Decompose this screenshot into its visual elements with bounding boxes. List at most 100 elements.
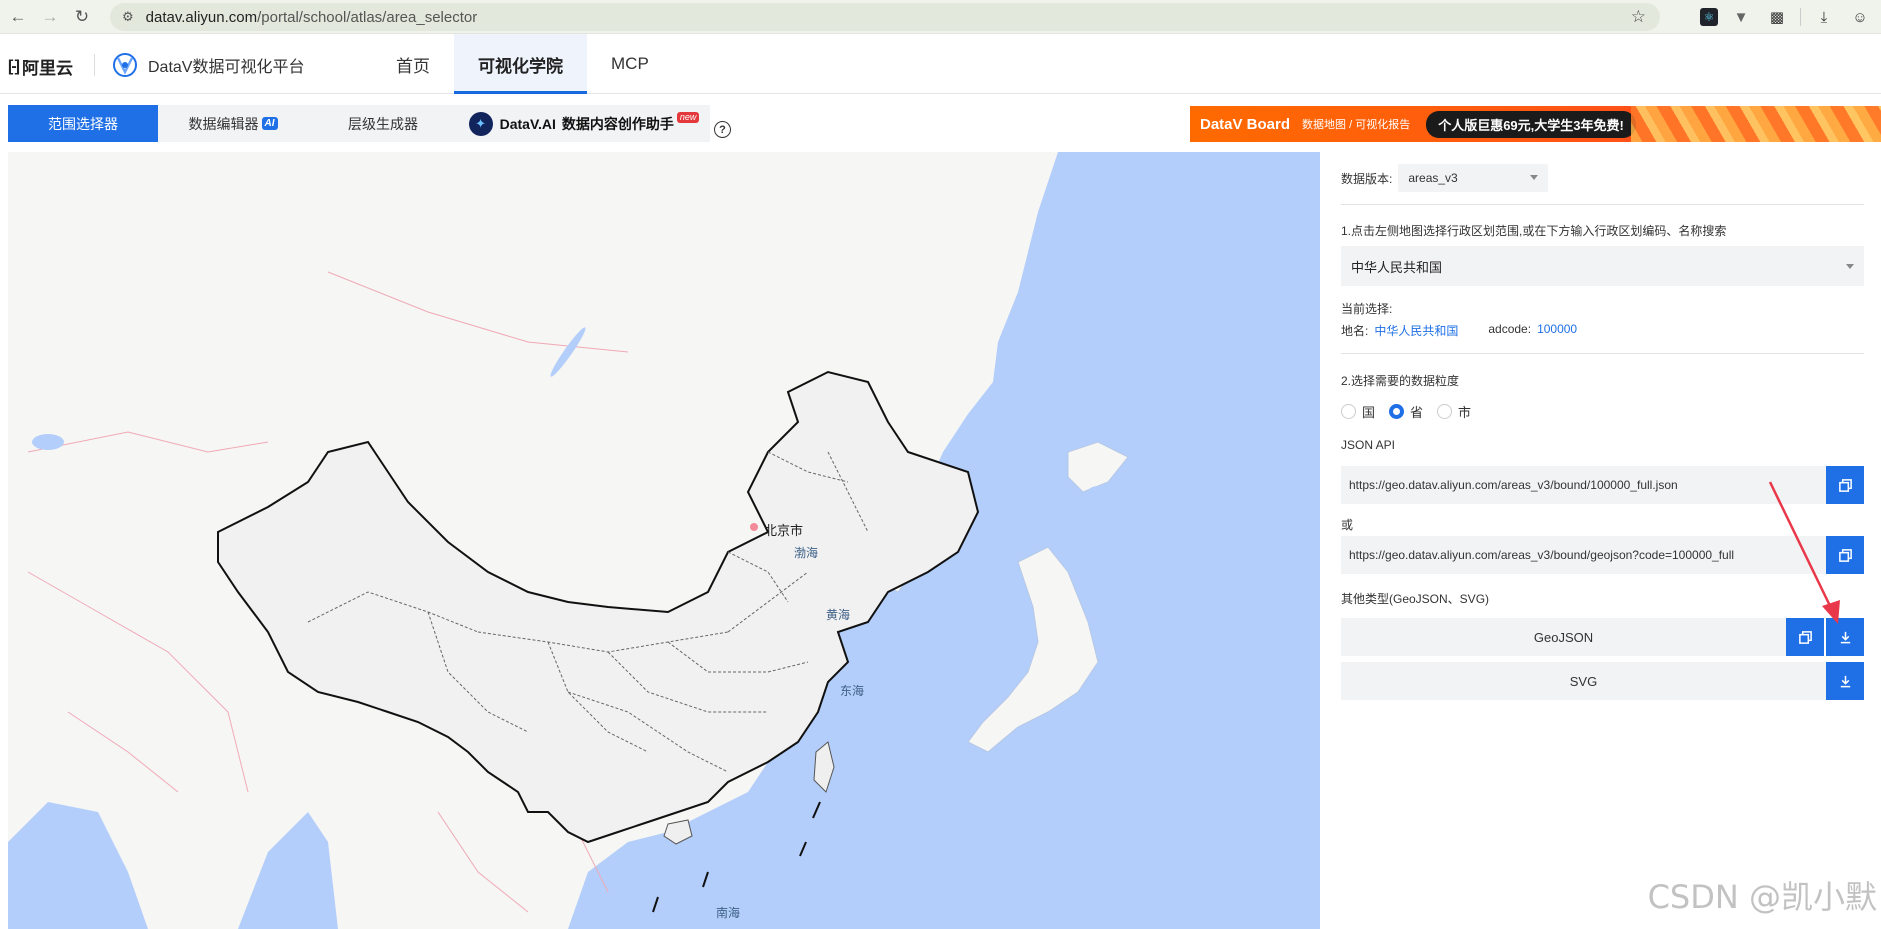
datav-logo-icon — [113, 53, 137, 77]
copy-geojson-button[interactable] — [1786, 618, 1824, 656]
new-badge: new — [676, 112, 700, 123]
radio-dot[interactable] — [1341, 404, 1356, 419]
tab-level-generator[interactable]: 层级生成器 — [308, 105, 458, 142]
csdn-watermark: CSDN @凯小默 — [1647, 878, 1877, 916]
chevron-down-icon — [1846, 264, 1854, 269]
logo-divider — [94, 54, 95, 76]
area-search-value: 中华人民共和国 — [1351, 259, 1443, 275]
svg-label: SVG — [1569, 673, 1598, 689]
copy-icon — [1798, 630, 1812, 644]
radio-province-label: 省 — [1410, 405, 1424, 420]
aliyun-logo-mark: [-] — [8, 57, 20, 75]
react-devtools-icon[interactable]: ⚛ — [1700, 8, 1718, 26]
current-label: 当前选择: — [1341, 302, 1393, 316]
aliyun-logo-text: 阿里云 — [21, 59, 73, 78]
radio-country[interactable]: 国 — [1341, 402, 1375, 421]
download-icon — [1840, 675, 1850, 687]
granularity-radio-group: 国 省 市 — [1341, 402, 1471, 421]
vue-devtools-icon[interactable]: ▼ — [1728, 4, 1754, 30]
help-icon[interactable]: ? — [714, 121, 731, 138]
datav-ai-star-icon: ✦ — [468, 111, 493, 136]
tab-range-selector[interactable]: 范围选择器 — [8, 105, 158, 142]
divider — [1341, 353, 1864, 354]
copy-geojson-url-button[interactable] — [1826, 536, 1864, 574]
geojson-label: GeoJSON — [1533, 629, 1594, 645]
area-search-select[interactable]: 中华人民共和国 — [1341, 246, 1864, 286]
place-value[interactable]: 中华人民共和国 — [1374, 322, 1458, 339]
step2-instruction: 2.选择需要的数据粒度 — [1341, 374, 1460, 388]
arabian-sea — [8, 802, 148, 929]
banner-title: DataV Board — [1200, 115, 1291, 133]
browser-toolbar: ← → ↻ ⚙ datav.aliyun.com/portal/school/a… — [0, 0, 1881, 34]
toolbar-separator — [1800, 8, 1801, 26]
download-geojson-button[interactable] — [1826, 618, 1864, 656]
map-svg[interactable] — [8, 152, 1320, 929]
map-canvas[interactable]: 北京市 渤海 黄海 东海 南海 — [8, 152, 1320, 929]
version-select-value: areas_v3 — [1408, 171, 1458, 185]
top-nav: 首页 可视化学院 MCP — [372, 34, 673, 94]
site-info-icon[interactable]: ⚙ — [122, 9, 134, 25]
tab-datav-ai[interactable]: ✦ DataV.AI 数据内容创作助手 new — [458, 105, 710, 142]
nav-home[interactable]: 首页 — [372, 34, 454, 94]
aliyun-logo[interactable]: [-] 阿里云 — [8, 54, 73, 79]
nav-mcp[interactable]: MCP — [587, 34, 673, 94]
map-label-beijing: 北京市 — [764, 523, 804, 538]
version-select[interactable]: areas_v3 — [1398, 164, 1549, 192]
banner-subtitle: 数据地图 / 可视化报告 — [1302, 119, 1411, 131]
reload-icon[interactable]: ↻ — [68, 3, 96, 31]
chevron-down-icon — [1530, 175, 1539, 180]
tab-range-selector-label: 范围选择器 — [48, 115, 118, 132]
or-label: 或 — [1341, 518, 1354, 532]
download-svg-button[interactable] — [1826, 662, 1864, 700]
radio-province[interactable]: 省 — [1389, 402, 1423, 421]
radio-dot[interactable] — [1389, 404, 1405, 419]
divider — [1341, 204, 1864, 205]
step1-instruction: 1.点击左侧地图选择行政区划范围,或在下方输入行政区划编码、名称搜索 — [1341, 224, 1727, 238]
address-url: datav.aliyun.com/portal/school/atlas/are… — [145, 8, 478, 26]
adcode-value[interactable]: 100000 — [1537, 322, 1577, 339]
radio-city-label: 市 — [1458, 405, 1472, 420]
current-selection-info: 地名: 中华人民共和国 adcode: 100000 — [1341, 322, 1577, 339]
radio-dot[interactable] — [1437, 404, 1453, 419]
nav-academy[interactable]: 可视化学院 — [454, 34, 587, 94]
json-api-url-field[interactable]: https://geo.datav.aliyun.com/areas_v3/bo… — [1341, 466, 1826, 504]
extensions-puzzle-icon[interactable]: ▩ — [1764, 4, 1790, 30]
geojson-url-field[interactable]: https://geo.datav.aliyun.com/areas_v3/bo… — [1341, 536, 1826, 574]
ai-badge: AI — [261, 117, 278, 130]
version-row: 数据版本: areas_v3 — [1341, 164, 1549, 192]
map-label-nanhai: 南海 — [716, 906, 741, 920]
promo-banner[interactable]: DataV Board 数据地图 / 可视化报告 个人版巨惠69元,大学生3年免… — [1190, 106, 1881, 142]
adcode-label: adcode: — [1488, 322, 1532, 336]
map-label-donghai: 东海 — [840, 684, 865, 698]
profile-icon[interactable]: ☺ — [1847, 4, 1873, 30]
beijing-marker[interactable] — [750, 523, 758, 531]
datav-logo[interactable]: DataV数据可视化平台 — [110, 50, 304, 80]
banner-illustration — [1631, 106, 1881, 142]
tab-data-editor[interactable]: 数据编辑器 AI — [158, 105, 308, 142]
copy-json-api-button[interactable] — [1826, 466, 1864, 504]
json-api-url: https://geo.datav.aliyun.com/areas_v3/bo… — [1349, 478, 1678, 492]
copy-icon — [1838, 478, 1852, 492]
forward-icon[interactable]: → — [36, 3, 64, 31]
copy-icon — [1838, 548, 1852, 562]
bay-of-bengal — [238, 812, 338, 929]
datav-ai-desc: 数据内容创作助手 — [561, 115, 674, 132]
back-icon[interactable]: ← — [4, 3, 32, 31]
place-label: 地名: — [1341, 324, 1369, 338]
tab-data-editor-label: 数据编辑器 — [188, 115, 259, 132]
radio-country-label: 国 — [1362, 405, 1376, 420]
version-label: 数据版本: — [1341, 171, 1393, 186]
tool-tabs: 范围选择器 数据编辑器 AI 层级生成器 ✦ DataV.AI 数据内容创作助手… — [8, 105, 710, 142]
json-api-label: JSON API — [1341, 438, 1396, 452]
current-selection-label: 当前选择: — [1341, 300, 1392, 317]
datav-logo-text: DataV数据可视化平台 — [148, 59, 305, 76]
map-label-huanghai: 黄海 — [826, 608, 851, 622]
bookmark-star-icon[interactable]: ☆ — [1631, 7, 1646, 27]
geojson-type-bar[interactable]: GeoJSON — [1341, 618, 1786, 656]
other-types-label: 其他类型(GeoJSON、SVG) — [1341, 592, 1490, 606]
radio-city[interactable]: 市 — [1437, 402, 1471, 421]
address-bar[interactable]: ⚙ datav.aliyun.com/portal/school/atlas/a… — [110, 3, 1660, 31]
svg-type-bar[interactable]: SVG — [1341, 662, 1826, 700]
download-icon[interactable]: ⤓ — [1811, 4, 1837, 30]
site-header: [-] 阿里云 DataV数据可视化平台 首页 可视化学院 MCP — [0, 34, 1881, 94]
